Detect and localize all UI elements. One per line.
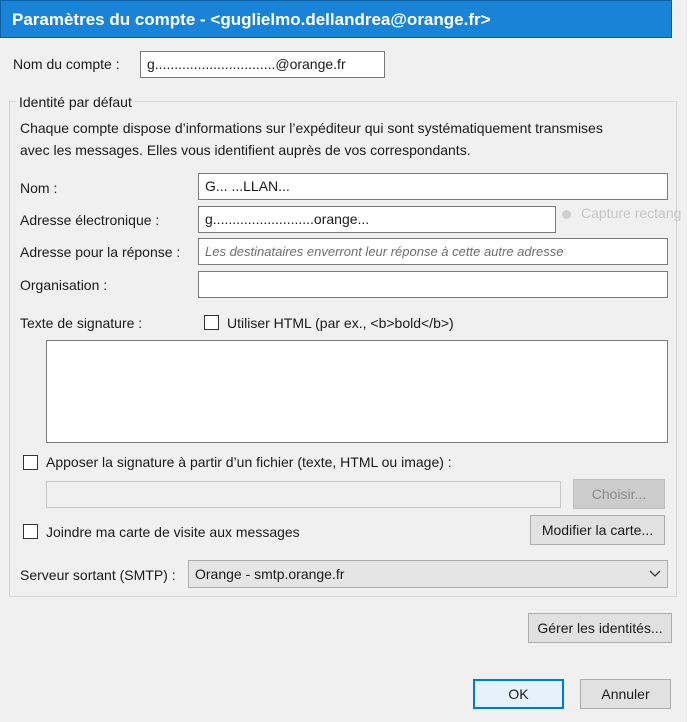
- email-input[interactable]: g..........................orange...: [198, 206, 556, 233]
- name-input[interactable]: G... ...LLAN...: [198, 173, 668, 200]
- identity-description-line-1: Chaque compte dispose d’informations sur…: [20, 120, 603, 136]
- background-capture-text: Capture rectang: [581, 205, 682, 221]
- reply-to-input[interactable]: Les destinataires enverront leur réponse…: [198, 238, 668, 265]
- email-label: Adresse électronique :: [20, 212, 160, 228]
- identity-description-line-2: avec les messages. Elles vous identifien…: [20, 142, 471, 158]
- account-name-label: Nom du compte :: [13, 56, 120, 72]
- use-html-checkbox[interactable]: [204, 315, 219, 330]
- smtp-server-label: Serveur sortant (SMTP) :: [20, 567, 176, 583]
- manage-identities-button[interactable]: Gérer les identités...: [528, 613, 672, 643]
- attach-signature-file-checkbox[interactable]: [23, 455, 38, 470]
- signature-textarea[interactable]: [46, 340, 668, 443]
- account-settings-dialog: Paramètres du compte - <guglielmo.dellan…: [0, 0, 687, 722]
- cancel-button[interactable]: Annuler: [580, 679, 671, 709]
- default-identity-legend: Identité par défaut: [16, 94, 135, 110]
- use-html-label[interactable]: Utiliser HTML (par ex., <b>bold</b>): [227, 315, 454, 331]
- attach-vcard-label[interactable]: Joindre ma carte de visite aux messages: [46, 524, 300, 540]
- organization-input[interactable]: [198, 271, 668, 298]
- signature-file-path-input[interactable]: [46, 481, 561, 508]
- name-label: Nom :: [20, 180, 58, 196]
- choose-file-button[interactable]: Choisir...: [573, 479, 665, 509]
- dialog-title: Paramètres du compte - <guglielmo.dellan…: [0, 0, 672, 38]
- organization-label: Organisation :: [20, 277, 108, 293]
- attach-signature-file-label[interactable]: Apposer la signature à partir d’un fichi…: [46, 454, 452, 470]
- smtp-server-value: Orange - smtp.orange.fr: [195, 566, 345, 582]
- signature-label: Texte de signature :: [20, 315, 143, 331]
- reply-to-label: Adresse pour la réponse :: [20, 244, 181, 260]
- edit-card-button[interactable]: Modifier la carte...: [530, 515, 665, 545]
- account-name-input[interactable]: g...............................@orange.…: [140, 51, 385, 78]
- record-dot-icon: [562, 209, 571, 219]
- chevron-down-icon: [649, 561, 661, 596]
- attach-vcard-checkbox[interactable]: [23, 524, 38, 539]
- background-capture-overlay: Capture rectang: [562, 205, 681, 221]
- ok-button[interactable]: OK: [473, 679, 564, 709]
- smtp-server-select[interactable]: Orange - smtp.orange.fr: [188, 560, 668, 588]
